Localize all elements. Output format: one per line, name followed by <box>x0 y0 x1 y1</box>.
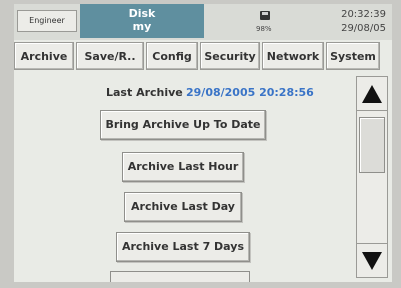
tab-config[interactable]: Config <box>146 42 198 70</box>
disk-percent: 98% <box>256 25 272 33</box>
triangle-down-icon <box>362 252 382 270</box>
disk-title: Disk <box>128 7 156 20</box>
archive-panel: Last Archive 29/08/2005 20:28:56 Bring A… <box>14 74 354 282</box>
triangle-up-icon <box>362 85 382 103</box>
tab-network[interactable]: Network <box>262 42 324 70</box>
user-badge[interactable]: Engineer <box>17 10 77 32</box>
bring-archive-up-to-date-button[interactable]: Bring Archive Up To Date <box>100 110 266 140</box>
clock-time: 20:32:39 <box>341 9 386 20</box>
clock: 20:32:39 29/08/05 <box>341 8 386 36</box>
clock-date: 29/08/05 <box>341 23 386 34</box>
scroll-down-button[interactable] <box>357 243 387 277</box>
archive-last-day-button[interactable]: Archive Last Day <box>124 192 242 222</box>
tab-bar: Archive Save/R.. Config Security Network… <box>14 42 392 72</box>
scroll-up-button[interactable] <box>357 77 387 111</box>
disk-subtitle: my <box>132 20 152 33</box>
last-archive-value: 29/08/2005 20:28:56 <box>186 86 314 99</box>
floppy-disk-icon <box>260 11 270 20</box>
archive-last-hour-button[interactable]: Archive Last Hour <box>122 152 244 182</box>
tab-archive[interactable]: Archive <box>14 42 74 70</box>
next-archive-button-partial[interactable] <box>110 271 250 282</box>
status-bar: Engineer Disk my 98% 20:32:39 29/08/05 <box>14 4 392 40</box>
scrollbar[interactable] <box>356 76 388 278</box>
disk-panel[interactable]: Disk my <box>80 4 204 38</box>
scroll-thumb[interactable] <box>359 117 385 173</box>
tab-system[interactable]: System <box>326 42 380 70</box>
tab-security[interactable]: Security <box>200 42 260 70</box>
touch-screen: Engineer Disk my 98% 20:32:39 29/08/05 A… <box>14 4 392 282</box>
tab-save-restore[interactable]: Save/R.. <box>76 42 144 70</box>
last-archive-label: Last Archive <box>106 86 183 99</box>
archive-last-7-days-button[interactable]: Archive Last 7 Days <box>116 232 250 262</box>
